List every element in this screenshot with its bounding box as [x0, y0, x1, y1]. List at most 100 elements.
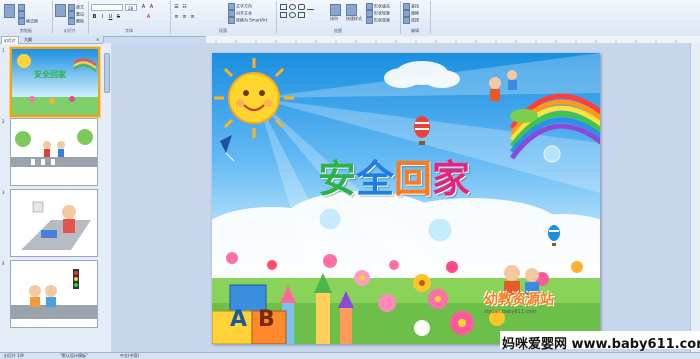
logo-text: 幼教资源站 [484, 292, 554, 308]
slide-thumbnail-3[interactable] [10, 189, 98, 257]
cut-button[interactable] [18, 4, 26, 11]
callout-shape-icon[interactable] [298, 12, 305, 18]
clipboard-group: 格式刷 剪贴板 [0, 1, 53, 34]
slide-thumbnail-1[interactable]: 安全回家 [10, 47, 100, 117]
tab-outline[interactable]: 大纲 [22, 36, 34, 43]
format-painter-button[interactable]: 格式刷 [18, 18, 38, 25]
kite-icon [220, 135, 235, 162]
title-char: 安 [318, 157, 357, 201]
smartart-button[interactable]: 转换为 SmartArt [228, 17, 267, 24]
close-icon[interactable]: × [94, 36, 101, 43]
brush-icon [18, 18, 25, 25]
logo-url: ziyuan.baby611.com [484, 309, 537, 315]
font-size-combo[interactable]: 28 [125, 4, 137, 11]
line-shape-icon[interactable] [307, 4, 314, 10]
smartart-icon [228, 17, 235, 24]
arrange-icon [330, 4, 341, 16]
group-label: 剪贴板 [20, 28, 32, 33]
shrink-font-icon[interactable]: A [148, 4, 155, 11]
replace-button[interactable]: 替换 [403, 10, 419, 17]
thumbnail-image [11, 119, 97, 185]
ribbon: 格式刷 剪贴板 版式 重设 删除 幻灯片 28 A A B I U S A 字体… [0, 0, 700, 37]
thumbnail-image [11, 261, 97, 327]
pen-icon [366, 10, 373, 17]
layout-icon [68, 4, 75, 11]
thumbnail-title: 安全回家 [34, 70, 66, 79]
slide-number: 2 [2, 119, 5, 124]
align-text-icon [228, 10, 235, 17]
font-group: 28 A A B I U S A 字体 [88, 1, 171, 34]
new-slide-button[interactable] [55, 4, 67, 17]
shape-effects-button[interactable]: 形状效果 [366, 17, 390, 24]
thumbnail-image [12, 49, 98, 115]
arrow-shape-icon[interactable] [280, 12, 287, 18]
select-button[interactable]: 选择 [403, 17, 419, 24]
editing-group: 查找 替换 选择 编辑 [400, 1, 431, 34]
paragraph-group: ☰ ☷ ≡ ≡ ≡ 文字方向 对齐文本 转换为 SmartArt 段落 [170, 1, 277, 34]
slide-number: 4 [2, 261, 5, 266]
slide-canvas[interactable]: A B 安全回家 幼教资源站 ziyuan.baby611.com [212, 53, 600, 344]
delete-button[interactable]: 删除 [68, 18, 84, 25]
align-text-button[interactable]: 对齐文本 [228, 10, 252, 17]
quick-styles-icon [346, 4, 357, 16]
align-left-icon[interactable]: ≡ [173, 14, 180, 21]
slide-thumbnail-2[interactable] [10, 118, 98, 186]
paste-button[interactable] [4, 4, 16, 18]
paint-bucket-icon [366, 3, 373, 10]
tab-slides[interactable]: 幻灯片 [1, 36, 19, 44]
effects-icon [366, 17, 373, 24]
replace-icon [403, 10, 410, 17]
title-char: 回 [394, 157, 433, 201]
slides-panel: 幻灯片 大纲 × 1 安全回家 2 3 4 [0, 36, 104, 352]
theme-name: "默认设计模板" [60, 353, 88, 358]
layout-button[interactable]: 版式 [68, 4, 84, 11]
paste-icon [4, 4, 15, 18]
bold-icon[interactable]: B [91, 14, 98, 21]
block-letter: B [258, 307, 275, 332]
shape-outline-button[interactable]: 形状轮廓 [366, 10, 390, 17]
copy-icon [18, 11, 25, 18]
rectangle-shape-icon[interactable] [280, 4, 287, 10]
arrange-button[interactable]: 排列 [330, 4, 342, 22]
reset-icon [68, 11, 75, 18]
copy-button[interactable] [18, 11, 26, 18]
grow-font-icon[interactable]: A [140, 4, 147, 11]
align-center-icon[interactable]: ≡ [181, 14, 188, 21]
quick-styles-button[interactable]: 快速样式 [346, 4, 362, 22]
group-label: 字体 [125, 28, 133, 33]
thumbnail-image [11, 190, 97, 256]
star-shape-icon[interactable] [289, 12, 296, 18]
new-slide-icon [55, 4, 66, 17]
scrollbar-thumb[interactable] [104, 53, 110, 93]
slide-title[interactable]: 安全回家 [318, 148, 470, 203]
sun-icon [214, 58, 294, 138]
font-name-combo[interactable] [91, 4, 123, 11]
bullets-icon[interactable]: ☰ [173, 4, 180, 11]
slide-number: 1 [2, 48, 5, 53]
binoculars-icon [403, 3, 410, 10]
numbering-icon[interactable]: ☷ [181, 4, 188, 11]
find-button[interactable]: 查找 [403, 3, 419, 10]
vertical-scrollbar[interactable] [690, 43, 700, 352]
oval-shape-icon[interactable] [289, 4, 296, 10]
slide-thumbnail-4[interactable] [10, 260, 98, 328]
slide-counter: 幻灯片 1/9 [4, 353, 24, 358]
panel-tabs: 幻灯片 大纲 × [0, 36, 103, 44]
italic-icon[interactable]: I [99, 14, 106, 21]
text-direction-button[interactable]: 文字方向 [228, 3, 252, 10]
underline-icon[interactable]: U [107, 14, 114, 21]
font-color-icon[interactable]: A [145, 14, 152, 21]
title-char: 家 [432, 157, 471, 201]
block-letter: A [230, 307, 248, 332]
rounded-rect-shape-icon[interactable] [298, 4, 305, 10]
group-label: 编辑 [411, 28, 419, 33]
slides-group: 版式 重设 删除 幻灯片 [52, 1, 89, 34]
reset-button[interactable]: 重设 [68, 11, 84, 18]
align-right-icon[interactable]: ≡ [189, 14, 196, 21]
title-char: 全 [356, 157, 395, 201]
drawing-group: 排列 快速样式 形状填充 形状轮廓 形状效果 绘图 [276, 1, 401, 34]
slide-number: 3 [2, 190, 5, 195]
shape-fill-button[interactable]: 形状填充 [366, 3, 390, 10]
strikethrough-icon[interactable]: S [115, 14, 122, 21]
language-indicator: 中文(中国) [120, 353, 140, 358]
